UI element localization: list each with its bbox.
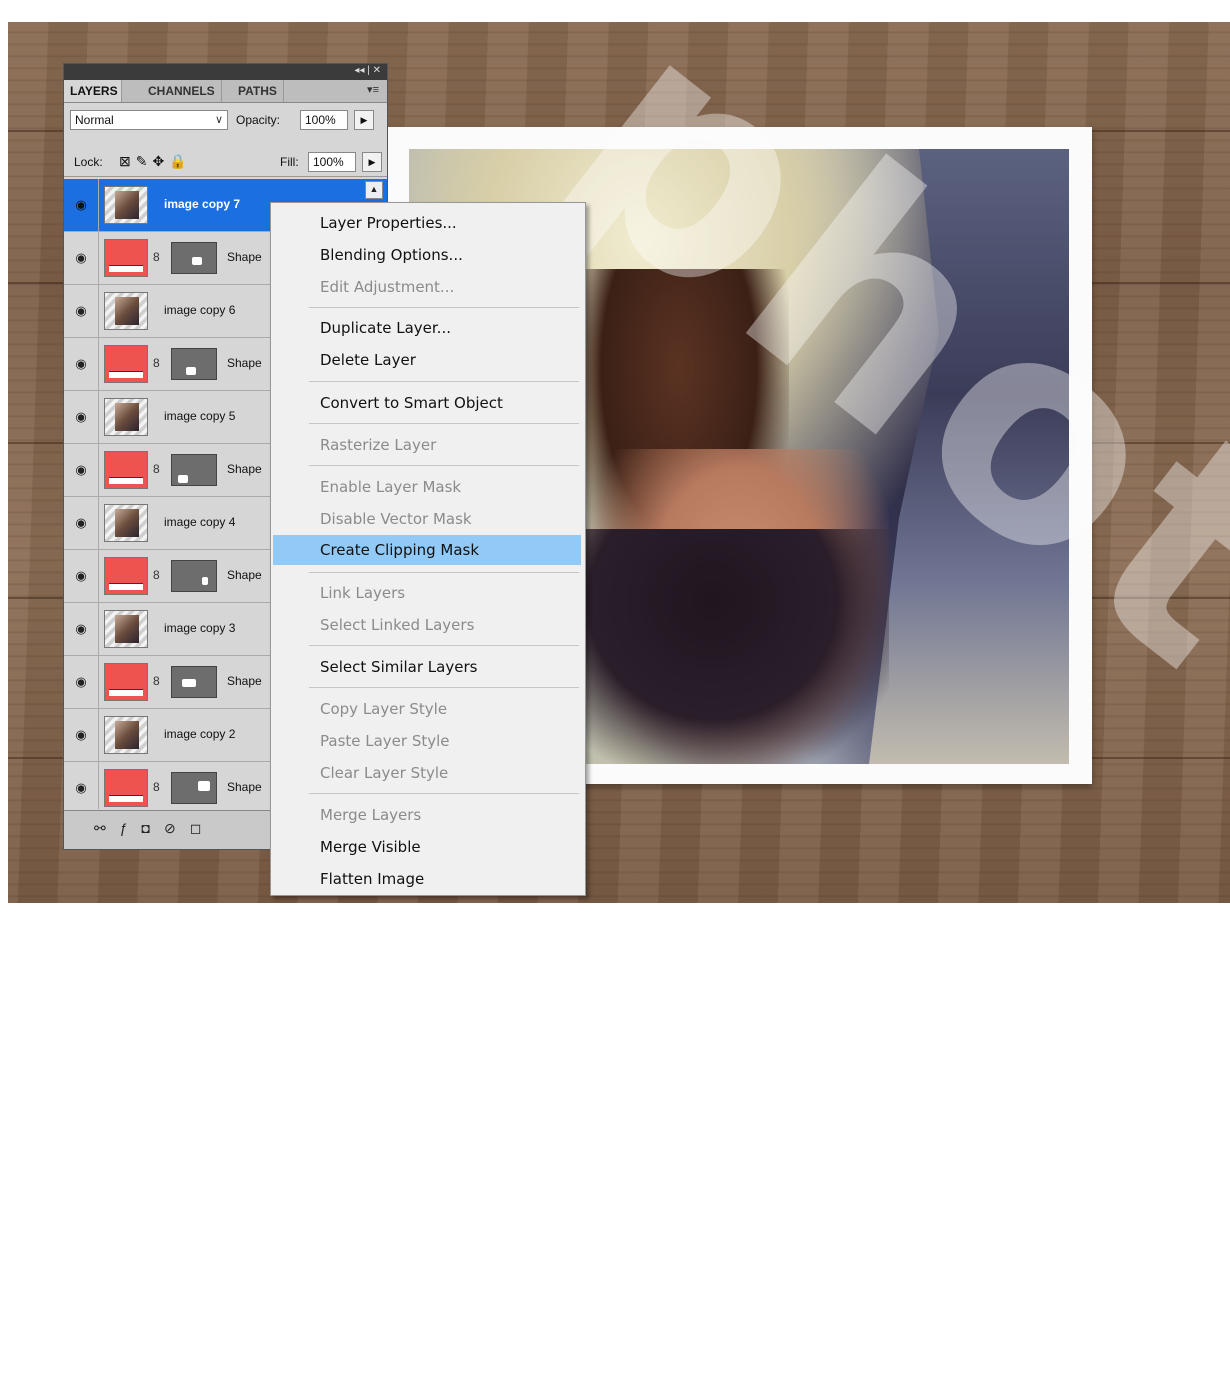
layer-name: image copy 3 (164, 621, 236, 635)
layer-context-menu: Layer Properties... Blending Options... … (270, 202, 586, 896)
shape-thumbnail (104, 769, 148, 807)
menu-separator (309, 465, 579, 466)
menu-separator (309, 307, 579, 308)
panel-collapse-close-icon[interactable]: ◂◂ | ✕ (354, 65, 381, 76)
eye-icon[interactable]: ◉ (70, 514, 92, 532)
panel-titlebar: ◂◂ | ✕ (64, 64, 387, 80)
panel-menu-icon[interactable]: ▾≡ (367, 83, 379, 96)
fill-field[interactable]: 100% (308, 152, 356, 172)
eye-icon[interactable]: ◉ (70, 408, 92, 426)
menu-item-delete-layer[interactable]: Delete Layer (273, 345, 581, 375)
layer-thumbnail (104, 504, 148, 542)
page-top-edge (0, 0, 1230, 22)
vector-mask-thumbnail (171, 454, 217, 486)
shape-thumbnail (104, 557, 148, 595)
menu-item-rasterize-layer[interactable]: Rasterize Layer (273, 430, 581, 460)
menu-item-disable-vector-mask[interactable]: Disable Vector Mask (273, 504, 581, 534)
blend-row: Normal ∨ Opacity: 100% ▶ (64, 104, 387, 132)
menu-separator (309, 423, 579, 424)
menu-item-enable-layer-mask[interactable]: Enable Layer Mask (273, 472, 581, 502)
layer-name: image copy 7 (164, 197, 241, 211)
link-chain-icon: 8 (153, 356, 160, 370)
tab-paths[interactable]: PATHS (232, 80, 284, 102)
link-chain-icon: 8 (153, 674, 160, 688)
menu-item-edit-adjustment[interactable]: Edit Adjustment... (273, 272, 581, 302)
eye-icon[interactable]: ◉ (70, 779, 92, 797)
menu-item-create-clipping-mask[interactable]: Create Clipping Mask (273, 535, 581, 565)
menu-item-blending-options[interactable]: Blending Options... (273, 240, 581, 270)
layer-name: Shape (227, 462, 262, 476)
layer-name: Shape (227, 674, 262, 688)
panel-footer-icons[interactable]: ⚯ƒ◘⊘◻ (94, 820, 215, 837)
opacity-label: Opacity: (236, 113, 281, 127)
menu-item-select-linked-layers[interactable]: Select Linked Layers (273, 610, 581, 640)
menu-item-clear-layer-style[interactable]: Clear Layer Style (273, 758, 581, 788)
layer-thumbnail (104, 610, 148, 648)
vector-mask-thumbnail (171, 242, 217, 274)
eye-icon[interactable]: ◉ (70, 673, 92, 691)
layer-name: image copy 4 (164, 515, 236, 529)
link-chain-icon: 8 (153, 780, 160, 794)
menu-item-convert-smart-object[interactable]: Convert to Smart Object (273, 388, 581, 418)
menu-item-select-similar-layers[interactable]: Select Similar Layers (273, 652, 581, 682)
link-chain-icon: 8 (153, 250, 160, 264)
menu-item-copy-layer-style[interactable]: Copy Layer Style (273, 694, 581, 724)
menu-separator (309, 381, 579, 382)
panel-tabs: LAYERS CHANNELS PATHS ▾≡ (64, 80, 387, 103)
menu-separator (309, 687, 579, 688)
link-chain-icon: 8 (153, 568, 160, 582)
eye-icon[interactable]: ◉ (70, 196, 92, 214)
vector-mask-thumbnail (171, 348, 217, 380)
blend-mode-select[interactable]: Normal ∨ (70, 110, 228, 130)
layer-thumbnail (104, 292, 148, 330)
layer-name: image copy 5 (164, 409, 236, 423)
opacity-field[interactable]: 100% (300, 110, 348, 130)
shape-thumbnail (104, 239, 148, 277)
menu-item-duplicate-layer[interactable]: Duplicate Layer... (273, 313, 581, 343)
menu-item-layer-properties[interactable]: Layer Properties... (273, 208, 581, 238)
chevron-down-icon: ∨ (214, 114, 223, 126)
shape-thumbnail (104, 345, 148, 383)
layer-name: Shape (227, 250, 262, 264)
eye-icon[interactable]: ◉ (70, 355, 92, 373)
tab-layers[interactable]: LAYERS (64, 80, 122, 102)
menu-separator (309, 793, 579, 794)
menu-item-merge-layers[interactable]: Merge Layers (273, 800, 581, 830)
layer-name: Shape (227, 568, 262, 582)
shape-thumbnail (104, 451, 148, 489)
lock-row: Lock: ⊠✎✥🔒 Fill: 100% ▶ (64, 148, 387, 177)
menu-item-paste-layer-style[interactable]: Paste Layer Style (273, 726, 581, 756)
blend-mode-value: Normal (75, 113, 114, 127)
layer-name: Shape (227, 780, 262, 794)
vector-mask-thumbnail (171, 666, 217, 698)
layer-thumbnail (104, 186, 148, 224)
menu-item-link-layers[interactable]: Link Layers (273, 578, 581, 608)
link-chain-icon: 8 (153, 462, 160, 476)
eye-icon[interactable]: ◉ (70, 249, 92, 267)
layer-thumbnail (104, 716, 148, 754)
layer-thumbnail (104, 398, 148, 436)
eye-icon[interactable]: ◉ (70, 726, 92, 744)
menu-separator (309, 572, 579, 573)
menu-separator (309, 645, 579, 646)
eye-icon[interactable]: ◉ (70, 567, 92, 585)
layer-name: Shape (227, 356, 262, 370)
menu-item-flatten-image[interactable]: Flatten Image (273, 864, 581, 894)
layer-name: image copy 2 (164, 727, 236, 741)
lock-label: Lock: (74, 155, 103, 169)
eye-icon[interactable]: ◉ (70, 620, 92, 638)
scroll-up-icon[interactable]: ▲ (365, 181, 383, 199)
eye-icon[interactable]: ◉ (70, 302, 92, 320)
tab-channels[interactable]: CHANNELS (142, 80, 222, 102)
eye-icon[interactable]: ◉ (70, 461, 92, 479)
layer-name: image copy 6 (164, 303, 236, 317)
fill-slider-button[interactable]: ▶ (362, 152, 382, 172)
menu-item-merge-visible[interactable]: Merge Visible (273, 832, 581, 862)
vector-mask-thumbnail (171, 772, 217, 804)
vector-mask-thumbnail (171, 560, 217, 592)
fill-label: Fill: (280, 155, 299, 169)
lock-options-icons[interactable]: ⊠✎✥🔒 (119, 153, 192, 170)
opacity-slider-button[interactable]: ▶ (354, 110, 374, 130)
shape-thumbnail (104, 663, 148, 701)
